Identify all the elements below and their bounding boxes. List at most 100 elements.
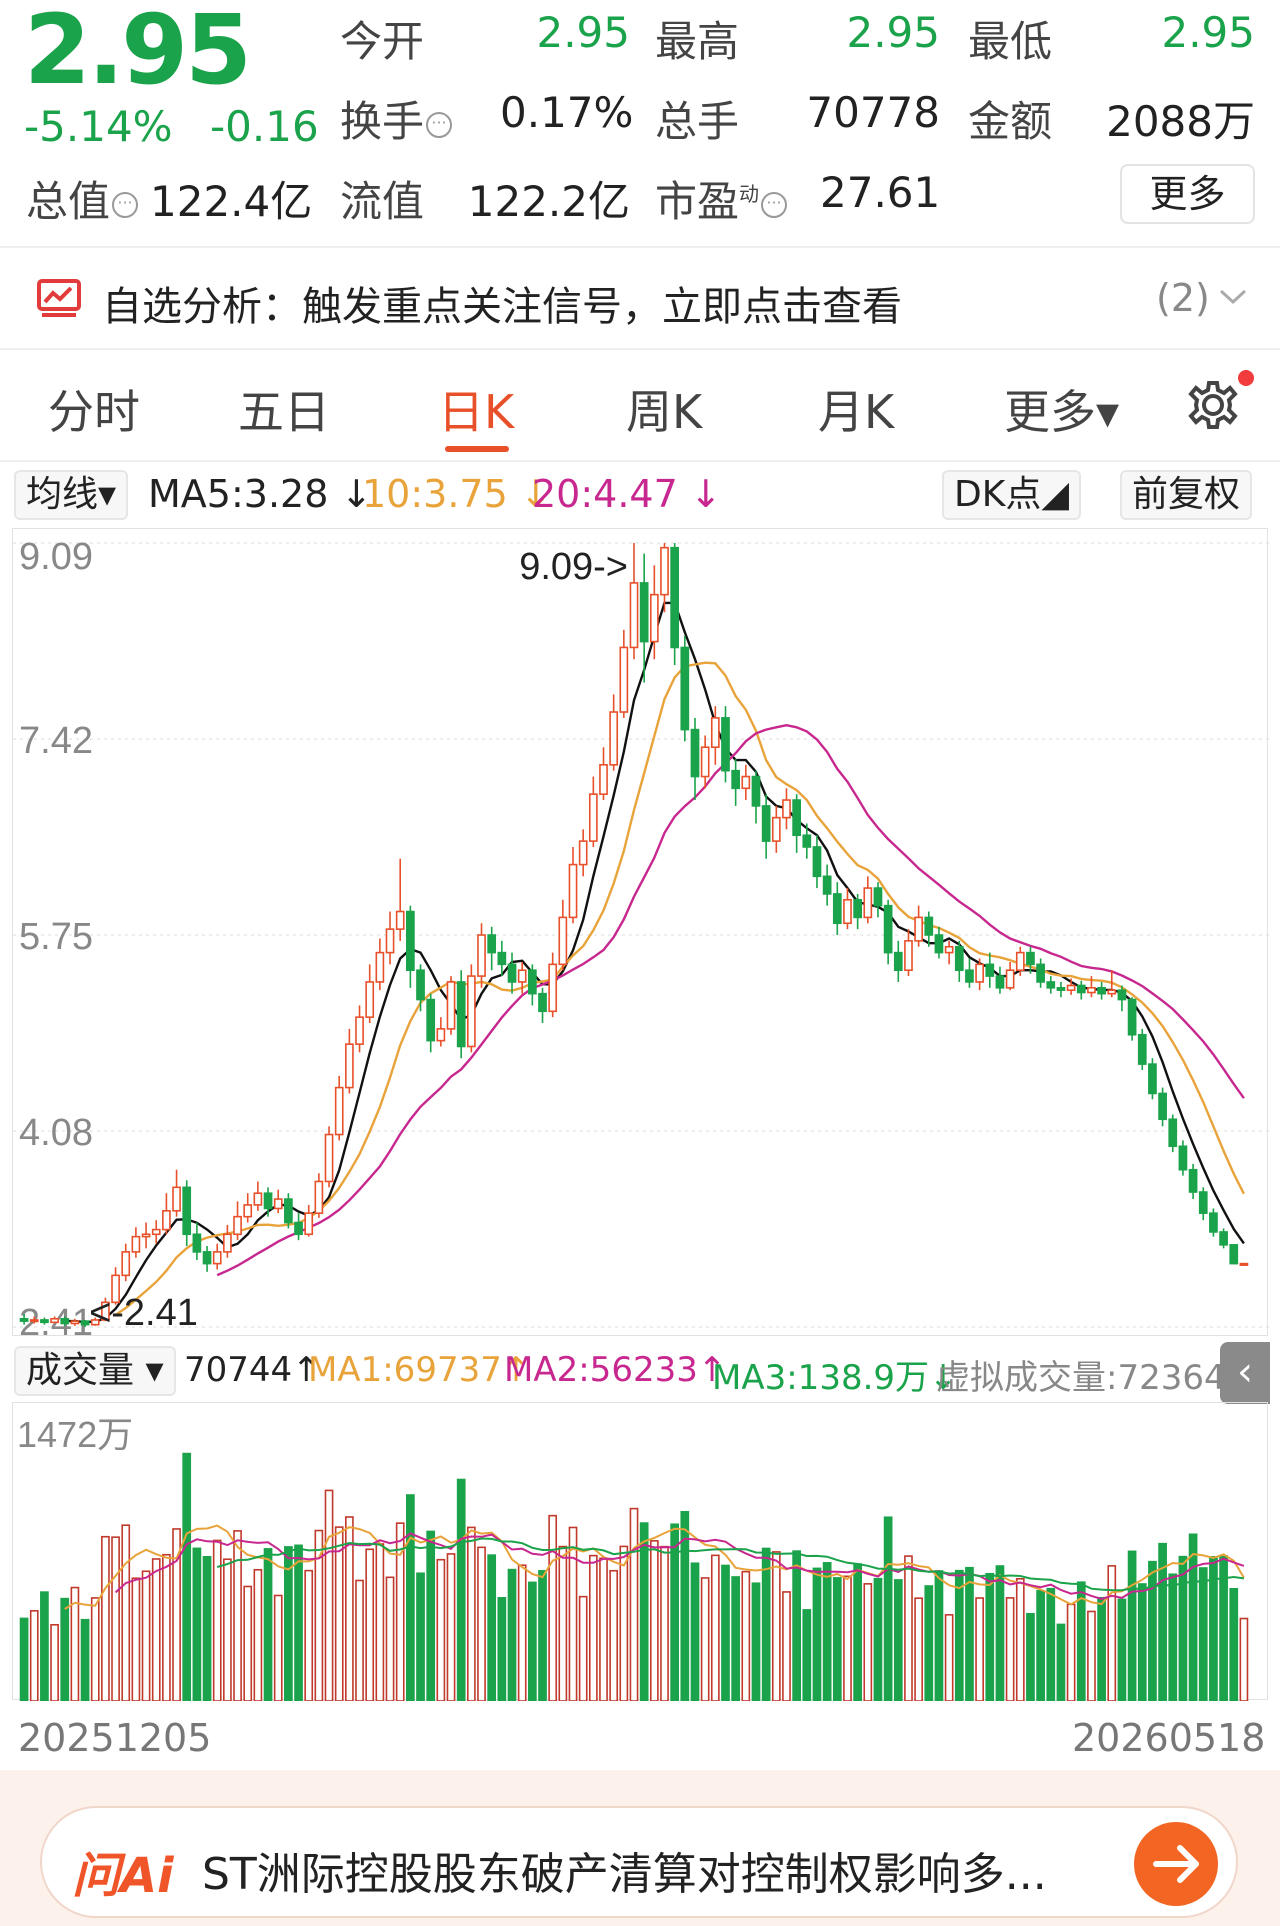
candle-body bbox=[314, 1180, 324, 1214]
candle-body bbox=[294, 1221, 303, 1236]
candle-body bbox=[385, 928, 395, 954]
notification-dot bbox=[1238, 370, 1254, 386]
tab-more[interactable]: 更多▾ bbox=[1004, 376, 1119, 442]
volume-ma1: MA1:69737↑ bbox=[308, 1350, 531, 1390]
chevron-down-icon bbox=[1219, 289, 1247, 305]
candle-body bbox=[40, 1319, 49, 1324]
candle-body bbox=[741, 775, 751, 790]
candle-body bbox=[121, 1251, 131, 1277]
mktcap-label[interactable]: 总值 ··· bbox=[26, 168, 139, 229]
tab-monthly-k[interactable]: 月K bbox=[818, 376, 894, 442]
candle-body bbox=[700, 746, 710, 778]
candle-body bbox=[233, 1215, 242, 1236]
candle-body bbox=[497, 951, 507, 966]
volume-chart[interactable]: 1472万 bbox=[12, 1402, 1268, 1701]
volume-bar bbox=[731, 1576, 741, 1701]
volume-bar bbox=[507, 1568, 517, 1701]
y-tick-label: 7.42 bbox=[19, 720, 93, 762]
analysis-text: 自选分析：触发重点关注信号，立即点击查看 bbox=[102, 284, 902, 330]
volume-bar bbox=[568, 1526, 578, 1701]
candle-body bbox=[893, 951, 903, 972]
candle-body bbox=[782, 799, 791, 819]
divider bbox=[0, 460, 1280, 462]
candle-body bbox=[792, 799, 802, 837]
volume-bar bbox=[883, 1516, 893, 1701]
candle-body bbox=[934, 934, 944, 954]
volume-bar bbox=[365, 1548, 375, 1701]
ai-submit-button[interactable] bbox=[1134, 1822, 1218, 1906]
volume-bar bbox=[1107, 1565, 1117, 1701]
volume-bar bbox=[131, 1577, 141, 1701]
tab-intraday[interactable]: 分时 bbox=[48, 376, 140, 442]
volume-bar bbox=[263, 1548, 273, 1701]
candle-body bbox=[853, 898, 862, 919]
ma5-value: MA5:3.28 ↓ bbox=[148, 472, 373, 516]
ma-legend: 均线▾ MA5:3.28 ↓ 10:3.75 ↓ 20:4.47 ↓ DK点◢ … bbox=[0, 468, 1280, 524]
volume-bar bbox=[843, 1575, 852, 1701]
active-tab-indicator bbox=[445, 446, 509, 452]
candle-body bbox=[599, 764, 608, 795]
high-label: 最高 bbox=[655, 17, 740, 66]
volume-bar bbox=[629, 1507, 639, 1701]
volume-bar bbox=[1036, 1590, 1045, 1701]
pe-label[interactable]: 市盈动 ··· bbox=[655, 168, 788, 229]
tab-five-day[interactable]: 五日 bbox=[238, 376, 330, 442]
volume-bar bbox=[985, 1572, 995, 1701]
volume-current: 70744↑ bbox=[184, 1350, 321, 1390]
more-quote-button[interactable]: 更多 bbox=[1120, 164, 1255, 224]
tab-weekly-k[interactable]: 周K bbox=[626, 376, 702, 442]
candle-body bbox=[273, 1198, 283, 1210]
volume-bar bbox=[995, 1565, 1005, 1701]
candle-body bbox=[731, 769, 741, 790]
candle-body bbox=[1178, 1145, 1188, 1171]
volume-selector[interactable]: 成交量 ▾ bbox=[14, 1346, 176, 1396]
candle-body bbox=[324, 1133, 334, 1183]
candle-body bbox=[1198, 1191, 1208, 1214]
candle-body bbox=[334, 1086, 344, 1136]
indicator-selector[interactable]: 均线▾ bbox=[14, 470, 129, 520]
tab-daily-k[interactable]: 日K bbox=[438, 376, 514, 442]
volume-bar bbox=[649, 1540, 659, 1701]
turnover-label[interactable]: 换手 ··· bbox=[340, 88, 453, 149]
candle-body bbox=[1087, 987, 1096, 994]
low-value: 2.95 bbox=[1161, 8, 1255, 57]
candle-body bbox=[131, 1235, 141, 1253]
adjust-mode-button[interactable]: 前复权 bbox=[1120, 470, 1253, 520]
ma5-line bbox=[64, 601, 1245, 1324]
candle-body bbox=[345, 1043, 354, 1089]
volume-bar bbox=[212, 1539, 222, 1701]
candle-body bbox=[822, 875, 832, 895]
settings-gear-icon[interactable] bbox=[1184, 376, 1242, 434]
candle-body bbox=[60, 1317, 70, 1325]
candle-body bbox=[588, 793, 598, 842]
collapse-panel-button[interactable]: ‹ bbox=[1220, 1342, 1270, 1404]
amount-value: 2088万 bbox=[1106, 97, 1255, 146]
volume-ma2: MA2:56233↑ bbox=[504, 1350, 727, 1390]
candle-body bbox=[771, 816, 781, 842]
candle-body bbox=[985, 963, 995, 977]
candle-body bbox=[761, 805, 771, 842]
candle-body bbox=[914, 916, 923, 942]
volume-bar bbox=[243, 1585, 253, 1701]
volume-bar bbox=[548, 1514, 558, 1701]
volume-bar bbox=[1198, 1567, 1208, 1701]
volume-bar bbox=[426, 1530, 436, 1701]
candle-body bbox=[1209, 1212, 1218, 1233]
dk-points-toggle[interactable]: DK点◢ bbox=[942, 470, 1082, 520]
candle-body bbox=[487, 934, 497, 954]
watchlist-analysis-banner[interactable]: 自选分析：触发重点关注信号，立即点击查看 (2) bbox=[0, 248, 1280, 348]
volume-bar bbox=[863, 1583, 873, 1701]
candle-body bbox=[70, 1320, 80, 1325]
volume-bar bbox=[111, 1536, 120, 1701]
volume-bar bbox=[721, 1564, 730, 1701]
volume-svg: 1472万 bbox=[17, 1414, 1249, 1701]
volume-bar bbox=[1178, 1555, 1188, 1701]
candle-body bbox=[578, 840, 588, 866]
ai-question-pill[interactable]: 问Ai ST洲际控股股东破产清算对控制权影响多... bbox=[40, 1806, 1238, 1918]
volume-bar bbox=[1229, 1588, 1239, 1701]
open-label: 今开 bbox=[340, 17, 425, 66]
volume-bar bbox=[182, 1452, 192, 1701]
candle-body bbox=[619, 646, 629, 713]
candle-body bbox=[1056, 987, 1066, 991]
kline-chart[interactable]: 9.09 7.42 5.75 4.08 2.41 9.09-> <-2.41 bbox=[12, 528, 1269, 1337]
